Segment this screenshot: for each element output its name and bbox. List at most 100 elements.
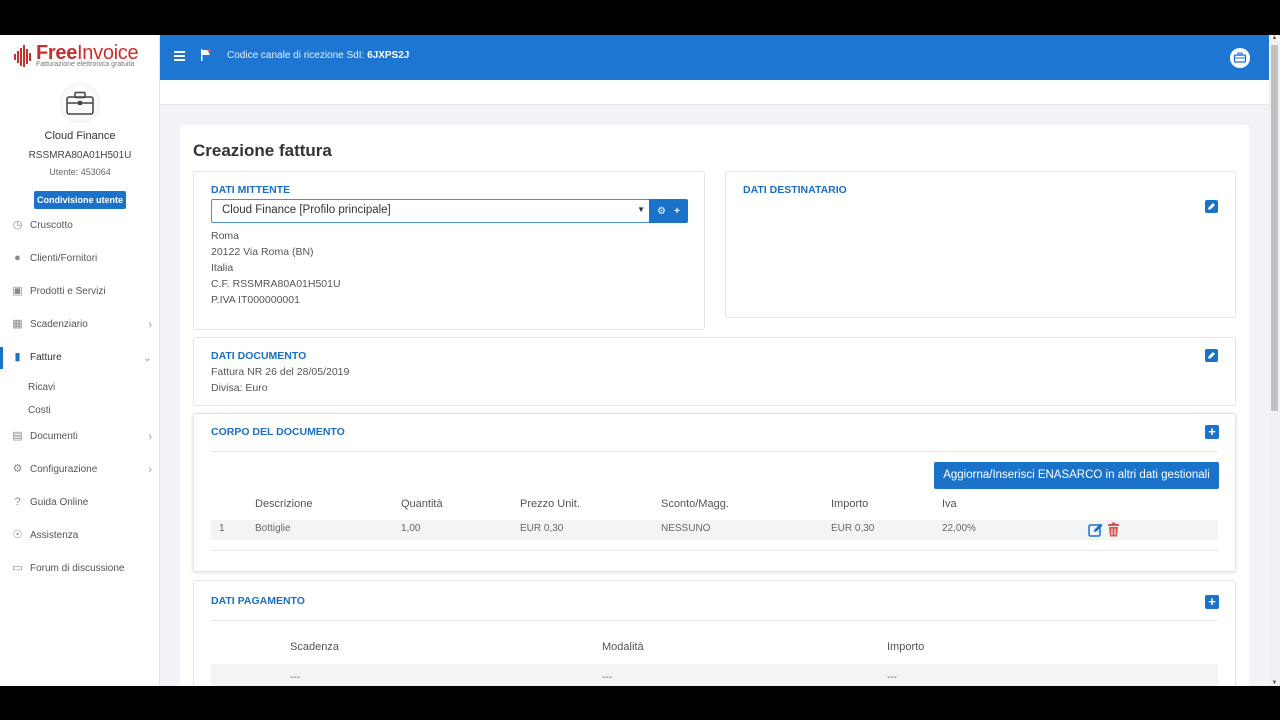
flag-icon[interactable] xyxy=(201,49,211,61)
delete-row-icon[interactable] xyxy=(1107,522,1120,537)
sidebar-item-forum[interactable]: ▭ Forum di discussione xyxy=(0,558,160,591)
sender-street: 20122 Via Roma (BN) xyxy=(211,246,314,258)
sidebar-item-label: Configurazione xyxy=(30,464,98,475)
sender-profile-value: Cloud Finance [Profilo principale] xyxy=(222,204,391,216)
add-payment-icon[interactable]: + xyxy=(1205,595,1219,609)
row-sconto: NESSUNO xyxy=(661,523,711,534)
col-descrizione: Descrizione xyxy=(255,498,313,510)
sidebar-item-label: Guida Online xyxy=(30,497,89,508)
sender-cf: C.F. RSSMRA80A01H501U xyxy=(211,278,341,290)
sender-city: Roma xyxy=(211,230,240,242)
col-scadenza: Scadenza xyxy=(290,641,339,653)
sidebar-item-label: Fatture xyxy=(30,352,62,363)
page-scrollbar[interactable]: ▲ ▼ xyxy=(1269,35,1280,686)
sidebar-subitem-ricavi[interactable]: Ricavi xyxy=(0,380,160,403)
invoice-card: Creazione fattura DATI MITTENTE Cloud Fi… xyxy=(180,125,1249,686)
sidebar-item-fatture[interactable]: ▮ Fatture ⌄ xyxy=(0,347,160,380)
edit-recipient-icon[interactable] xyxy=(1205,200,1218,213)
divider xyxy=(211,550,1218,551)
row-importo: EUR 0,30 xyxy=(831,523,875,534)
sender-panel: DATI MITTENTE Cloud Finance [Profilo pri… xyxy=(193,171,705,330)
sdi-code: 6JXPS2J xyxy=(367,50,410,61)
briefcase-icon xyxy=(66,91,94,115)
sidebar-item-cruscotto[interactable]: ◷ Cruscotto xyxy=(0,215,160,248)
row-quantita: 1,00 xyxy=(401,523,421,534)
payment-importo: --- xyxy=(887,672,897,683)
hamburger-menu-icon[interactable] xyxy=(174,51,185,61)
sender-actions: ⚙ + xyxy=(649,199,688,223)
basket-icon: ▣ xyxy=(12,285,23,297)
users-cog-icon[interactable]: ⚙ xyxy=(657,206,666,217)
logo-tagline: Fatturazione elettronica gratuita xyxy=(36,61,135,68)
sender-title: DATI MITTENTE xyxy=(211,184,291,196)
files-icon: ▤ xyxy=(12,430,23,442)
company-avatar xyxy=(60,83,100,123)
row-iva: 22,00% xyxy=(942,523,976,534)
col-importo-pagamento: Importo xyxy=(887,641,925,653)
sidebar-nav: ◷ Cruscotto ● Clienti/Fornitori ▣ Prodot… xyxy=(0,215,160,591)
app-frame: FreeInvoice Fatturazione elettronica gra… xyxy=(0,35,1280,686)
sidebar-item-label: Cruscotto xyxy=(30,220,73,231)
logo[interactable]: FreeInvoice Fatturazione elettronica gra… xyxy=(14,42,154,72)
row-prezzo: EUR 0,30 xyxy=(520,523,564,534)
sidebar-item-label: Forum di discussione xyxy=(30,563,125,574)
add-line-icon[interactable]: + xyxy=(1205,425,1219,439)
document-currency: Divisa: Euro xyxy=(211,382,268,394)
help-icon: ? xyxy=(14,496,21,508)
account-icon[interactable] xyxy=(1230,48,1250,68)
user-icon: ● xyxy=(14,252,21,264)
sidebar-item-documenti[interactable]: ▤ Documenti › xyxy=(0,426,160,459)
company-name: Cloud Finance xyxy=(44,130,116,142)
dashboard-icon: ◷ xyxy=(12,219,23,231)
sidebar-item-label: Documenti xyxy=(30,431,78,442)
sidebar-item-label: Assistenza xyxy=(30,530,79,541)
divider xyxy=(211,451,1218,452)
document-icon: ▮ xyxy=(14,351,21,363)
sidebar-item-guida[interactable]: ? Guida Online xyxy=(0,492,160,525)
body-title: CORPO DEL DOCUMENTO xyxy=(211,426,345,438)
scroll-thumb[interactable] xyxy=(1271,45,1278,411)
logo-bars-icon xyxy=(14,45,31,67)
user-id: Utente: 453064 xyxy=(49,167,111,177)
chevron-down-icon: ⌄ xyxy=(142,352,152,364)
forum-icon: ▭ xyxy=(12,562,23,574)
sidebar: FreeInvoice Fatturazione elettronica gra… xyxy=(0,35,160,686)
sidebar-item-label: Prodotti e Servizi xyxy=(30,286,106,297)
sidebar-item-label: Scadenziario xyxy=(30,319,88,330)
caret-down-icon: ▼ xyxy=(637,205,645,214)
payment-scadenza: --- xyxy=(290,672,300,683)
sidebar-item-configurazione[interactable]: ⚙ Configurazione › xyxy=(0,459,160,492)
sub-toolbar xyxy=(160,80,1269,105)
share-user-button[interactable]: Condivisione utente xyxy=(34,191,126,209)
sidebar-subitem-costi[interactable]: Costi xyxy=(0,403,160,426)
add-sender-icon[interactable]: + xyxy=(674,206,680,217)
topbar: Codice canale di ricezione SdI: 6JXPS2J xyxy=(160,35,1269,80)
sidebar-item-prodotti[interactable]: ▣ Prodotti e Servizi xyxy=(0,281,160,314)
document-panel: DATI DOCUMENTO Fattura NR 26 del 28/05/2… xyxy=(193,337,1236,406)
sidebar-item-label: Clienti/Fornitori xyxy=(30,253,98,264)
table-row: --- --- --- xyxy=(211,664,1218,686)
page-title: Creazione fattura xyxy=(193,141,332,160)
payment-modalita: --- xyxy=(602,672,612,683)
calendar-icon: ▦ xyxy=(12,318,23,330)
sender-profile-select[interactable]: Cloud Finance [Profilo principale] ▼ xyxy=(211,199,650,223)
company-cf: RSSMRA80A01H501U xyxy=(28,150,132,161)
sidebar-item-scadenziario[interactable]: ▦ Scadenziario › xyxy=(0,314,160,347)
edit-document-icon[interactable] xyxy=(1205,349,1218,362)
sidebar-item-assistenza[interactable]: ☉ Assistenza xyxy=(0,525,160,558)
col-prezzo: Prezzo Unit. xyxy=(520,498,580,510)
edit-row-icon[interactable] xyxy=(1088,522,1104,537)
payment-panel: DATI PAGAMENTO + Scadenza Modalità Impor… xyxy=(193,580,1236,686)
payment-title: DATI PAGAMENTO xyxy=(211,595,305,607)
sender-country: Italia xyxy=(211,262,234,274)
sidebar-item-clienti[interactable]: ● Clienti/Fornitori xyxy=(0,248,160,281)
body-panel: CORPO DEL DOCUMENTO + Aggiorna/Inserisci… xyxy=(193,413,1236,572)
enasarco-button[interactable]: Aggiorna/Inserisci ENASARCO in altri dat… xyxy=(934,462,1219,489)
divider xyxy=(211,620,1218,621)
chevron-right-icon: › xyxy=(148,464,152,476)
col-modalita: Modalità xyxy=(602,641,644,653)
scroll-up-icon[interactable]: ▲ xyxy=(1271,35,1278,41)
sdi-code-label: Codice canale di ricezione SdI: 6JXPS2J xyxy=(227,50,410,61)
col-sconto: Sconto/Magg. xyxy=(661,498,729,510)
scroll-down-icon[interactable]: ▼ xyxy=(1271,680,1278,686)
